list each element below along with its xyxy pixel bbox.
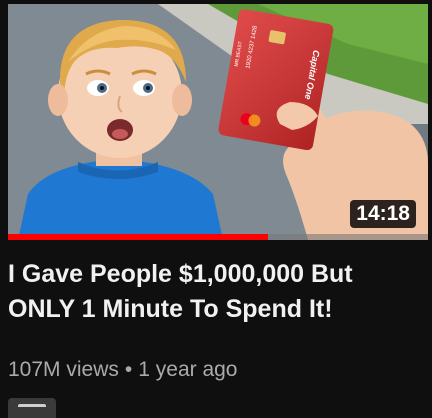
video-thumbnail[interactable]: 1920 4237 1428 MR BEAST Capital One 14:1… bbox=[8, 4, 428, 240]
upload-age: 1 year ago bbox=[138, 358, 238, 381]
meta-separator: • bbox=[124, 358, 133, 381]
watch-progress-bar bbox=[8, 234, 428, 240]
badge-icon bbox=[8, 398, 56, 418]
duration-badge: 14:18 bbox=[350, 200, 416, 228]
video-card[interactable]: 1920 4237 1428 MR BEAST Capital One 14:1… bbox=[0, 0, 432, 418]
watch-progress-fill bbox=[8, 234, 269, 240]
view-count: 107M views bbox=[8, 358, 119, 381]
video-title[interactable]: I Gave People $1,000,000 But ONLY 1 Minu… bbox=[8, 257, 424, 327]
video-metadata: 107M views • 1 year ago bbox=[8, 356, 238, 384]
